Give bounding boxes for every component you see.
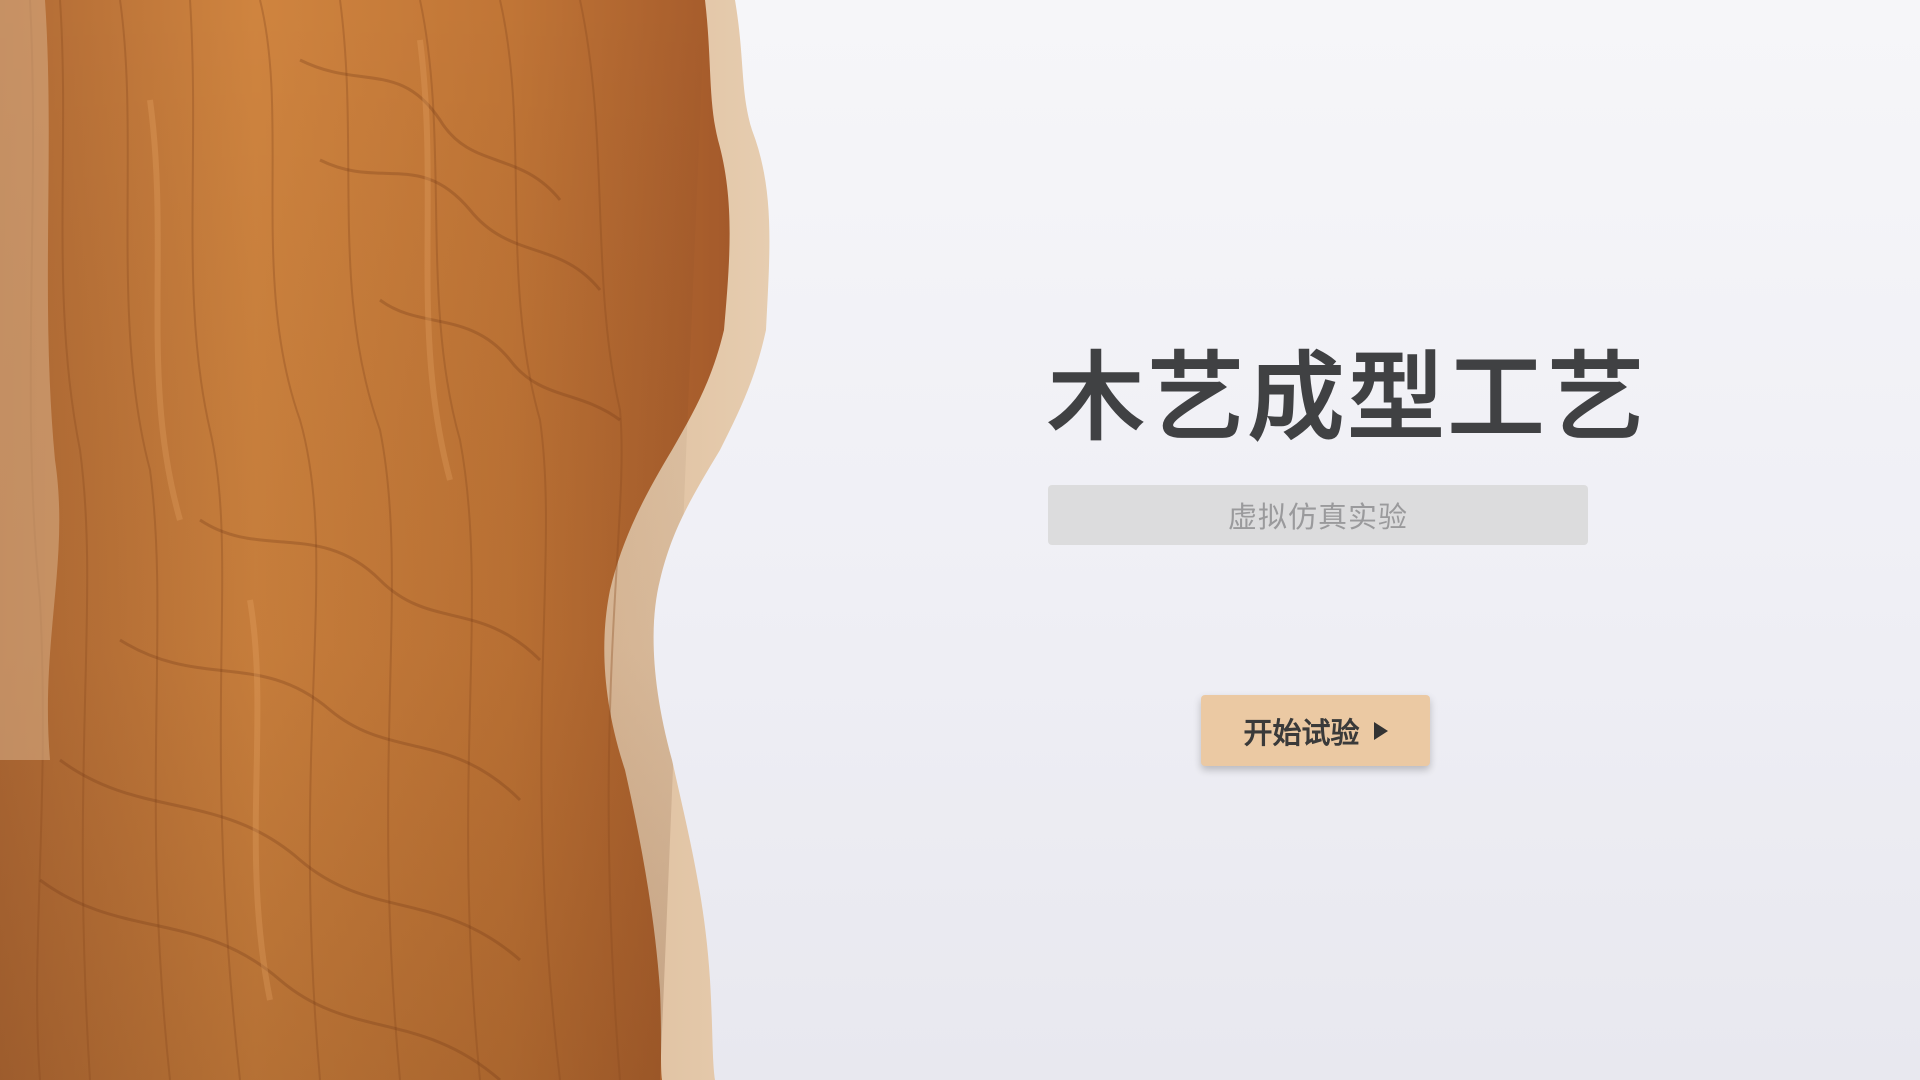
title-block: 木艺成型工艺 xyxy=(1048,340,1648,456)
subtitle-label: 虚拟仿真实验 xyxy=(1227,500,1408,534)
subtitle-bar: 虚拟仿真实验 xyxy=(1048,485,1588,545)
start-experiment-button[interactable]: 开始试验 xyxy=(1201,695,1430,766)
play-icon xyxy=(1373,721,1388,740)
page-title: 木艺成型工艺 xyxy=(1048,342,1648,454)
start-button-label: 开始试验 xyxy=(1243,715,1360,750)
wood-slab-image xyxy=(0,0,790,1080)
